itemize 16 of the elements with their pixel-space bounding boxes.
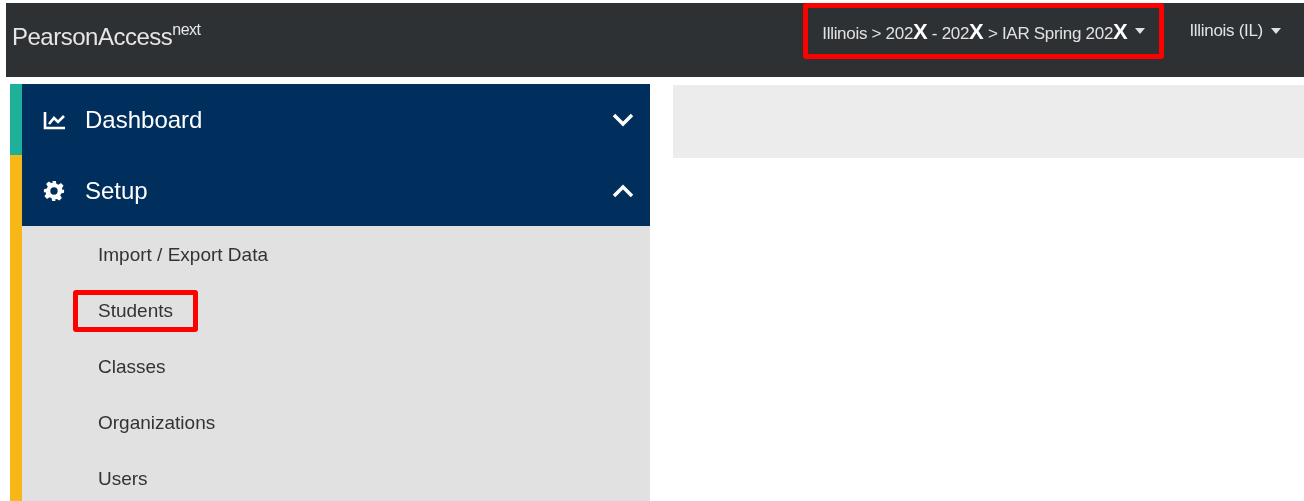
context-menu[interactable]: Illinois > 202X - 202X > IAR Spring 202X <box>803 3 1165 59</box>
chevron-up-icon <box>612 183 634 198</box>
submenu-item[interactable]: Users <box>73 458 173 500</box>
chevron-down-icon <box>612 112 634 127</box>
organization-menu[interactable]: Illinois (IL) <box>1178 3 1292 59</box>
nav-section-header[interactable]: Setup <box>22 155 650 226</box>
chart-icon <box>43 109 67 130</box>
gear-icon <box>43 179 65 202</box>
submenu-item[interactable]: Classes <box>73 346 191 388</box>
submenu-item[interactable]: Organizations <box>73 402 241 444</box>
caret-icon <box>1271 28 1281 34</box>
submenu-item[interactable]: Students <box>73 290 198 332</box>
logo: PearsonAccess$^{next}$ <box>12 20 201 52</box>
submenu-item[interactable]: Import / Export Data <box>73 234 293 276</box>
caret-icon <box>1135 28 1146 34</box>
nav-section-header[interactable]: Dashboard <box>22 84 650 155</box>
